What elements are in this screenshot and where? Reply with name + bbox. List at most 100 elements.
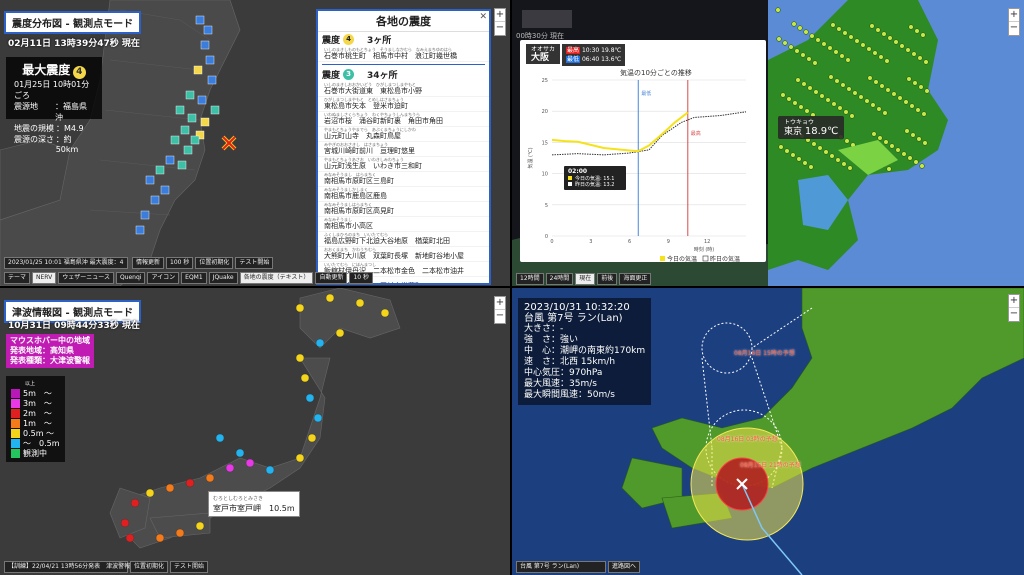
legend-yesterday-label: 昨日の気温 (710, 255, 740, 262)
tide-station-marker (313, 413, 323, 423)
close-icon[interactable]: ✕ (479, 12, 487, 22)
tokyo-map (768, 0, 1024, 286)
tokyo-zoom-out-button[interactable]: − (1009, 22, 1019, 35)
station-marker (155, 165, 165, 175)
tokyo-zoom-control[interactable]: + − (1008, 8, 1020, 36)
tsunami-test-button[interactable]: テスト開始 (170, 561, 209, 573)
weather-station-marker (860, 42, 866, 48)
station-marker (200, 117, 210, 127)
y-tick-label: 0 (545, 234, 548, 240)
eq-toolbar-item[interactable]: JQuake (208, 272, 238, 284)
typhoon-select[interactable]: 台風 第7号 ラン(Lan) (516, 561, 606, 573)
weather-station-marker (854, 38, 860, 44)
weather-station-marker (840, 82, 846, 88)
info-row-label: 震源地 (14, 102, 38, 111)
eq-toolbar-item[interactable]: 10 秒 (349, 272, 373, 284)
eq-action-button[interactable]: テスト開始 (235, 257, 274, 269)
tsunami-reset-button[interactable]: 位置初期化 (130, 561, 169, 573)
eq-toolbar-item[interactable]: テーマ (4, 272, 31, 284)
intensity-list-panel[interactable]: 各地の震度 ✕ 震度 4 3ヶ所 いしのまきしものもとちょう そうましなかむら なみえ… (316, 9, 491, 285)
tide-station-marker (125, 533, 135, 543)
tsunami-zoom-control[interactable]: + − (494, 296, 506, 324)
station-marker (197, 95, 207, 105)
legend-label: 5m 〜 (23, 389, 52, 398)
temp-toolbar-button[interactable]: 現在 (575, 273, 596, 285)
city-row: おおくままち かわうちむら 大熊町大川原 双葉町長塚 新地町谷地小屋 (318, 247, 489, 262)
eq-toolbar-item[interactable]: 各地の震度（テキスト） (239, 272, 314, 284)
x-tick-label: 9 (667, 239, 670, 245)
legend-label: 2m 〜 (23, 409, 52, 418)
typhoon-zoom-control[interactable]: + − (1008, 294, 1020, 322)
legend-swatch (11, 429, 20, 438)
tide-station-marker (300, 373, 310, 383)
eq-toolbar-item[interactable]: 自動更新 (315, 272, 348, 284)
weather-station-marker (903, 99, 909, 105)
tsunami-zoom-in-button[interactable]: + (495, 297, 505, 310)
eq-toolbar-item[interactable]: アイコン (147, 272, 180, 284)
temp-toolbar-button[interactable]: 12時間 (516, 273, 544, 285)
zoom-in-button[interactable]: + (495, 9, 505, 22)
eq-action-button[interactable]: 100 秒 (166, 257, 194, 269)
typhoon-zoom-out-button[interactable]: − (1009, 308, 1019, 321)
eq-action-button[interactable]: 情報更新 (132, 257, 165, 269)
x-tick-label: 3 (589, 239, 592, 245)
y-tick-label: 10 (542, 172, 548, 178)
legend-swatch (11, 399, 20, 408)
info-row-label: 震源の深さ (14, 135, 54, 144)
tide-station-marker (315, 338, 325, 348)
eq-toolbar-item[interactable]: EQM1 (181, 272, 207, 284)
weather-station-marker (864, 98, 870, 104)
hover-line: マウスホバー中の地域 (10, 336, 90, 345)
typhoon-zoom-in-button[interactable]: + (1009, 295, 1019, 308)
tooltip-today: 今日の気温: 15.1 (575, 175, 614, 182)
tokyo-zoom-in-button[interactable]: + (1009, 9, 1019, 22)
weather-station-marker (911, 51, 917, 57)
temp-toolbar-button[interactable]: 前後 (597, 273, 618, 285)
city-row: みなみそうまし 南相馬市小高区 (318, 217, 489, 232)
weather-station-marker (893, 39, 899, 45)
zoom-control[interactable]: + − (494, 8, 506, 36)
tokyo-map-panel: トウキョウ 東京 18.9℃ + − (768, 0, 1024, 286)
tokyo-label[interactable]: トウキョウ 東京 18.9℃ (778, 116, 845, 139)
tide-station-marker (195, 521, 205, 531)
weather-station-marker (923, 59, 929, 65)
legend-label: 1m 〜 (23, 419, 52, 428)
low-marker-label: 最低 (641, 90, 651, 97)
station-marker (183, 145, 193, 155)
eq-action-button[interactable]: 位置初期化 (195, 257, 234, 269)
tsunami-history-select[interactable]: 【訓練】22/04/21 13時56分発表 津波警報以 (4, 561, 136, 573)
typhoon-track-button[interactable]: 進路図へ (608, 561, 641, 573)
x-tick-label: 6 (628, 239, 631, 245)
tide-station-marker (305, 393, 315, 403)
typhoon-row: 中 心：潮岬の南東約170km (524, 346, 646, 356)
weather-station-marker (845, 57, 851, 63)
weather-station-marker (875, 27, 881, 33)
temp-toolbar-button[interactable]: 24時間 (545, 273, 574, 285)
tsunami-legend: 以上 5m 〜 3m 〜 2m 〜 1m 〜 0.5m 〜〜 0.5m 観測中 (6, 376, 65, 462)
eq-toolbar-item[interactable]: NERV (32, 272, 57, 284)
tide-station-marker (165, 483, 175, 493)
typhoon-row: 最大瞬間風速：50m/s (524, 390, 615, 400)
station-marker (180, 125, 190, 135)
weather-station-marker (895, 147, 901, 153)
zoom-out-button[interactable]: − (495, 22, 505, 35)
forecast-label: 08月16日 15時の予想 (734, 350, 795, 357)
weather-station-marker (847, 165, 853, 171)
weather-station-marker (849, 113, 855, 119)
weather-station-marker (912, 80, 918, 86)
typhoon-row: 中心気圧：970hPa (524, 368, 603, 378)
station-marker (207, 75, 217, 85)
eq-toolbar-item[interactable]: Quenqi (115, 272, 146, 284)
history-select[interactable]: 2023/01/25 10:01 福島県沖 最大震度：4 (4, 257, 128, 269)
weather-station-marker (899, 43, 905, 49)
weather-station-marker (803, 29, 809, 35)
weather-station-marker (795, 77, 801, 83)
intensity-panel-title: 各地の震度 (318, 11, 489, 32)
city-row: みなみそうましかしまく 南相馬市鹿島区鹿島 (318, 187, 489, 202)
temp-toolbar-button[interactable]: 海面更正 (619, 273, 652, 285)
callout-name: 室戸市室戸岬 (213, 504, 261, 513)
tide-station-marker (145, 488, 155, 498)
eq-toolbar-item[interactable]: ウェザーニュース (58, 272, 114, 284)
tsunami-zoom-out-button[interactable]: − (495, 310, 505, 323)
weather-station-marker (846, 86, 852, 92)
